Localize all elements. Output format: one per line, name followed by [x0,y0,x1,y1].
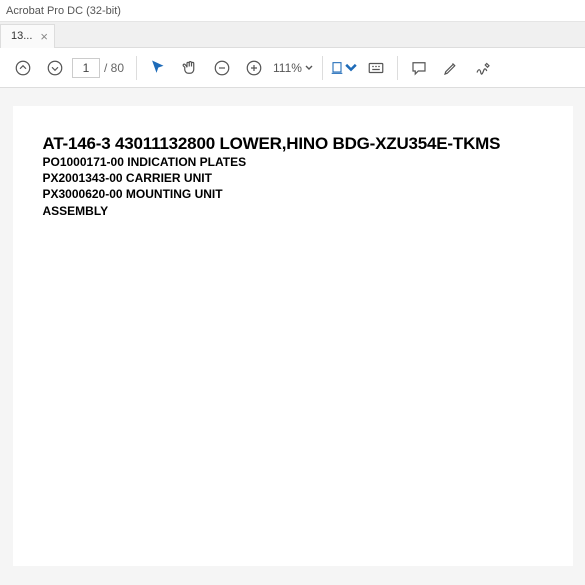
document-title: AT-146-3 43011132800 LOWER,HINO BDG-XZU3… [43,134,573,154]
separator [397,56,398,80]
page-area: AT-146-3 43011132800 LOWER,HINO BDG-XZU3… [0,88,585,585]
close-icon[interactable]: × [40,29,48,44]
zoom-value: 111% [273,61,302,75]
page-total-label: / 80 [104,61,124,75]
page-up-button[interactable] [8,53,38,83]
selection-tool-button[interactable] [143,53,173,83]
chevron-down-icon [304,63,314,73]
page-down-button[interactable] [40,53,70,83]
window-title: Acrobat Pro DC (32-bit) [6,5,121,17]
fit-width-button[interactable] [329,53,359,83]
hand-tool-button[interactable] [175,53,205,83]
document-page: AT-146-3 43011132800 LOWER,HINO BDG-XZU3… [13,106,573,566]
document-line: ASSEMBLY [43,203,573,219]
toolbar: / 80 111% [0,48,585,88]
titlebar: Acrobat Pro DC (32-bit) [0,0,585,22]
separator [322,56,323,80]
chevron-down-icon [343,59,359,77]
separator [136,56,137,80]
comment-button[interactable] [404,53,434,83]
document-tab[interactable]: 13... × [0,24,55,48]
tab-label: 13... [11,30,32,42]
zoom-in-button[interactable] [239,53,269,83]
tabbar: 13... × [0,22,585,48]
highlight-button[interactable] [436,53,466,83]
sign-button[interactable] [468,53,498,83]
zoom-dropdown[interactable]: 111% [273,61,314,75]
document-line: PX3000620-00 MOUNTING UNIT [43,186,573,202]
zoom-out-button[interactable] [207,53,237,83]
read-mode-button[interactable] [361,53,391,83]
page-number-input[interactable] [72,58,100,78]
document-line: PX2001343-00 CARRIER UNIT [43,170,573,186]
document-line: PO1000171-00 INDICATION PLATES [43,154,573,170]
